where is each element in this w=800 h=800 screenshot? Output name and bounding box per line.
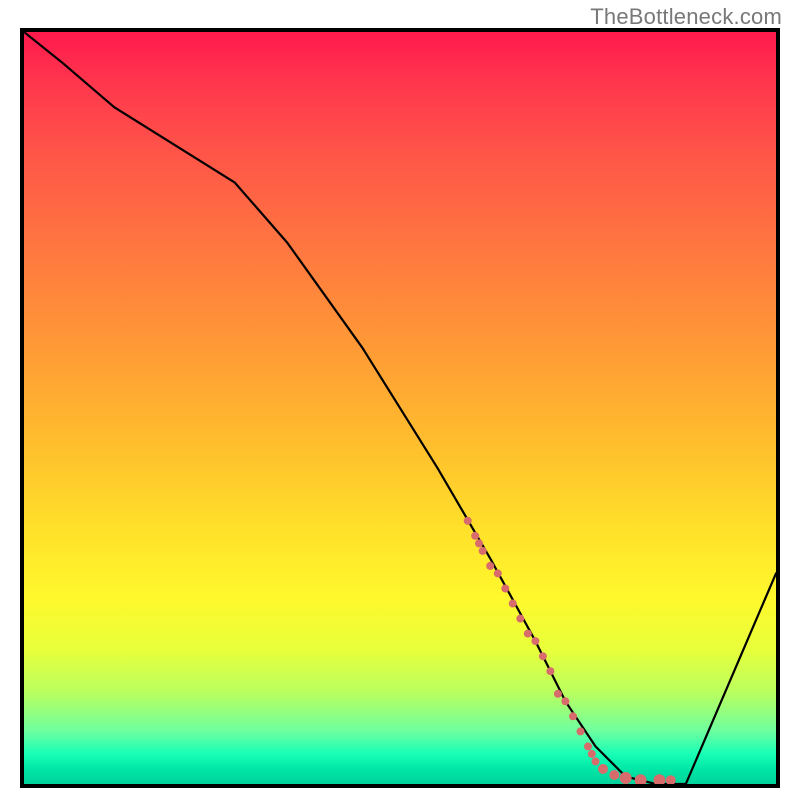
marker-dot (666, 775, 676, 784)
marker-dot (475, 539, 483, 547)
marker-dot (531, 637, 539, 645)
marker-dot (561, 697, 569, 705)
marker-dot (486, 562, 494, 570)
marker-dot (516, 615, 524, 623)
marker-dot (546, 667, 554, 675)
marker-dot (598, 764, 608, 774)
marker-dot (479, 547, 487, 555)
bottleneck-curve (24, 32, 776, 784)
chart-container (20, 28, 780, 788)
marker-dot (653, 774, 665, 784)
marker-dot (501, 585, 509, 593)
marker-dot (620, 772, 632, 784)
marker-dot (609, 770, 619, 780)
marker-dot (569, 712, 577, 720)
watermark-text: TheBottleneck.com (590, 4, 782, 30)
marker-dot (577, 727, 585, 735)
marker-dot (588, 750, 596, 758)
marker-dot (539, 652, 547, 660)
marker-dot (554, 690, 562, 698)
highlight-cluster (464, 517, 676, 784)
marker-dot (635, 774, 647, 784)
marker-dot (494, 569, 502, 577)
marker-dot (524, 630, 532, 638)
marker-dot (471, 532, 479, 540)
marker-dot (464, 517, 472, 525)
marker-dot (592, 757, 600, 765)
marker-dot (509, 600, 517, 608)
chart-overlay (24, 32, 776, 784)
marker-dot (584, 742, 592, 750)
